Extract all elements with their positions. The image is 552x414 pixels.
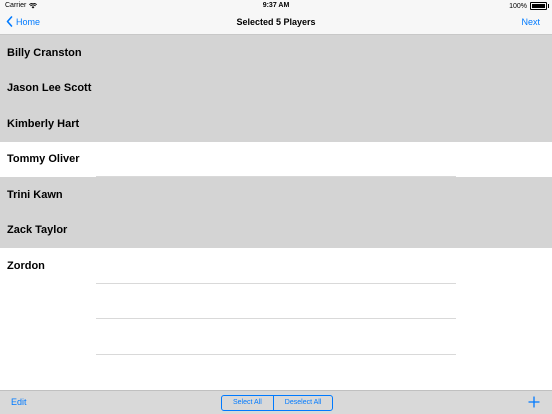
status-bar: Carrier 9:37 AM 100%: [0, 0, 552, 12]
plus-icon: [528, 396, 540, 408]
battery-label: 100%: [509, 2, 527, 10]
deselect-all-button[interactable]: Deselect All: [272, 396, 333, 410]
player-list: Billy Cranston Jason Lee Scott Kimberly …: [0, 35, 552, 355]
player-name: Tommy Oliver: [7, 153, 80, 166]
home-back-label: Home: [16, 16, 41, 27]
player-row[interactable]: Zordon: [0, 248, 552, 284]
player-name: Kimberly Hart: [7, 117, 80, 130]
selection-segmented-control: Select All Deselect All: [221, 395, 334, 411]
page-title: Selected 5 Players: [236, 17, 316, 27]
player-name: Zack Taylor: [7, 224, 68, 237]
player-row[interactable]: Tommy Oliver: [0, 141, 552, 177]
edit-button[interactable]: Edit: [11, 397, 27, 407]
home-back-button[interactable]: Home: [6, 16, 40, 27]
player-name: Jason Lee Scott: [7, 82, 92, 95]
next-button[interactable]: Next: [521, 17, 540, 27]
row-separator: [96, 353, 456, 355]
select-all-button[interactable]: Select All: [222, 396, 273, 410]
empty-row: [0, 284, 552, 319]
player-row[interactable]: Zack Taylor: [0, 212, 552, 248]
player-name: Trini Kawn: [7, 188, 63, 201]
player-row[interactable]: Jason Lee Scott: [0, 70, 552, 106]
player-name: Zordon: [7, 259, 45, 272]
battery-info: 100%: [509, 2, 549, 10]
chevron-left-icon: [6, 16, 13, 27]
player-row[interactable]: Kimberly Hart: [0, 106, 552, 142]
player-row[interactable]: Trini Kawn: [0, 177, 552, 213]
navigation-bar: Home Selected 5 Players Next: [0, 12, 552, 35]
empty-row: [0, 319, 552, 355]
bottom-toolbar: Edit Select All Deselect All: [0, 390, 552, 414]
player-name: Billy Cranston: [7, 46, 82, 59]
player-row[interactable]: Billy Cranston: [0, 35, 552, 71]
add-button[interactable]: [528, 395, 540, 413]
battery-icon: [530, 2, 549, 10]
status-time: 9:37 AM: [262, 2, 290, 9]
